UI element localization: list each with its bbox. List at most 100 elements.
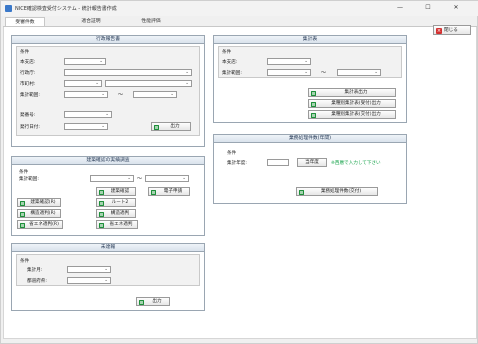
nendo-input[interactable] — [267, 159, 289, 166]
title-bar: NICE確認検査受付システム - 統計報告書作成 — ☐ ✕ — [1, 1, 478, 16]
denshi-shinsei-button[interactable]: 電子申請 — [148, 187, 190, 196]
bango-select[interactable]: ⌄ — [64, 111, 112, 118]
shikuchoson-select-1[interactable]: ⌄ — [64, 80, 102, 87]
minimize-icon[interactable]: — — [393, 3, 407, 13]
gyosei-section: 行政報告書 条件 本支店: ⌄ 行政庁: ⌄ 市町村: ⌄ ⌄ 集計範囲: ⌄ … — [11, 35, 205, 147]
window-title: NICE確認検査受付システム - 統計報告書作成 — [15, 6, 117, 12]
hakko-label: 発行日付: — [20, 125, 40, 130]
gyoshu-kofu-button[interactable]: 業種別集計表(交付)出力 — [308, 110, 396, 119]
shukeihyo-honshiten-label: 本支店: — [222, 60, 238, 65]
gyosei-shukei-from[interactable]: ⌄ — [64, 91, 108, 98]
excel-icon — [299, 189, 304, 195]
hakko-date-select[interactable]: ⌄ — [64, 123, 108, 130]
bango-label: 発番号: — [20, 113, 36, 118]
shukeihyo-output-button[interactable]: 集計表出力 — [308, 88, 396, 97]
route2-button[interactable]: ルート2 — [96, 198, 136, 207]
excel-icon — [154, 124, 159, 130]
kozo-tekihan-r-label: 構造適判(R) — [30, 211, 56, 216]
maximize-icon[interactable]: ☐ — [421, 3, 435, 13]
gyoshu-uketsuke-label: 業種別集計表(受付)出力 — [331, 101, 381, 106]
kenchiku-kakunin-label: 建築確認 — [110, 189, 130, 194]
tonendo-button[interactable]: 当年度 — [297, 158, 327, 167]
excel-icon — [311, 90, 316, 96]
gyosei-tilde: ～ — [118, 92, 124, 98]
chevron-down-icon: ⌄ — [374, 70, 378, 75]
kozo-tekihan-r-button[interactable]: 構造適判(R) — [17, 209, 61, 218]
kakunin-shukei-to[interactable]: ⌄ — [145, 175, 189, 182]
excel-icon — [20, 222, 25, 228]
seireki-hint: ※西暦で入力して下さい — [331, 161, 381, 166]
chevron-down-icon: ⌄ — [104, 278, 108, 283]
gyosei-title: 行政報告書 — [12, 36, 204, 44]
app-window: NICE確認検査受付システム - 統計報告書作成 — ☐ ✕ 受審件数 適合証明… — [0, 0, 478, 344]
shukeihyo-honshiten-select[interactable]: ⌄ — [267, 58, 311, 65]
gyoshu-uketsuke-button[interactable]: 業種別集計表(受付)出力 — [308, 99, 396, 108]
denshi-shinsei-label: 電子申請 — [163, 189, 183, 194]
close-red-icon: × — [436, 27, 442, 34]
tab-jushin[interactable]: 受審件数 — [5, 17, 45, 26]
shukeihyo-output-label: 集計表出力 — [344, 90, 368, 95]
chevron-down-icon: ⌄ — [101, 92, 105, 97]
shoene-tekihan-button[interactable]: 省エネ適判 — [96, 220, 138, 229]
gyosei-conditions: 条件 本支店: ⌄ 行政庁: ⌄ 市町村: ⌄ ⌄ 集計範囲: ⌄ ～ ⌄ 発番… — [16, 46, 200, 136]
shikuchoson-label: 市町村: — [20, 82, 36, 87]
gyosei-shukei-label: 集計範囲: — [20, 93, 40, 98]
shukeihyo-shukei-from[interactable]: ⌄ — [267, 69, 311, 76]
excel-icon — [311, 101, 316, 107]
chevron-down-icon: ⌄ — [304, 70, 308, 75]
kenchiku-kakunin-r-label: 建築確認(R) — [30, 200, 56, 205]
chevron-down-icon: ⌄ — [182, 176, 186, 181]
excel-icon — [99, 200, 104, 206]
tsuki-label: 集計月: — [27, 268, 43, 273]
shoene-tekihan-r-button[interactable]: 省エネ適判(R) — [17, 220, 63, 229]
kakunin-tilde: ～ — [137, 176, 143, 182]
excel-icon — [311, 112, 316, 118]
excel-icon — [99, 211, 104, 217]
shukeihyo-conditions: 条件 本支店: ⌄ 集計範囲: ⌄ ～ ⌄ — [218, 46, 402, 78]
excel-icon — [20, 211, 25, 217]
kakunin-shukei-from[interactable]: ⌄ — [90, 175, 134, 182]
close-button[interactable]: × 閉じる — [433, 25, 471, 35]
shikuchoson-select-2[interactable]: ⌄ — [105, 80, 192, 87]
chevron-down-icon: ⌄ — [104, 267, 108, 272]
todokede-select[interactable]: ⌄ — [67, 277, 111, 284]
close-icon[interactable]: ✕ — [449, 3, 463, 13]
gyomu-section: 業務処理件数(年間) 条件 集計年度: 当年度 ※西暦で入力して下さい 業務処理… — [213, 134, 407, 204]
tab-seino[interactable]: 性能評価 — [129, 17, 173, 26]
excel-icon — [20, 200, 25, 206]
tab-tekigo[interactable]: 適合証明 — [69, 17, 113, 26]
mitatsu-title: 未達報 — [12, 244, 204, 252]
honshiten-select[interactable]: ⌄ — [64, 58, 106, 65]
shukeihyo-shukei-label: 集計範囲: — [222, 71, 242, 76]
route2-label: ルート2 — [111, 200, 129, 205]
kenchiku-kakunin-button[interactable]: 建築確認 — [96, 187, 136, 196]
kakunin-cond-label: 条件 — [19, 170, 29, 175]
kenchiku-kakunin-r-button[interactable]: 建築確認(R) — [17, 198, 61, 207]
kozo-tekihan-button[interactable]: 構造適判 — [96, 209, 136, 218]
gyosei-shukei-to[interactable]: ⌄ — [133, 91, 177, 98]
chevron-down-icon: ⌄ — [185, 70, 189, 75]
chevron-down-icon: ⌄ — [185, 81, 189, 86]
nendo-label: 集計年度: — [227, 161, 247, 166]
gyoshu-kofu-label: 業種別集計表(交付)出力 — [331, 112, 381, 117]
kakunin-title: 建築確認の実績調査 — [12, 157, 204, 165]
shoene-tekihan-r-label: 省エネ適判(R) — [29, 222, 59, 227]
excel-icon — [99, 189, 104, 195]
mitatsu-section: 未達報 条件 集計月: ⌄ 都道府県: ⌄ 出力 — [11, 243, 205, 311]
tsuki-select[interactable]: ⌄ — [67, 266, 111, 273]
mitatsu-output-button[interactable]: 出力 — [136, 297, 170, 306]
shukeihyo-shukei-to[interactable]: ⌄ — [337, 69, 381, 76]
gyosei-output-button[interactable]: 出力 — [151, 122, 191, 131]
chevron-down-icon: ⌄ — [99, 59, 103, 64]
shukeihyo-title: 集計表 — [214, 36, 406, 44]
gyosei-output-label: 出力 — [170, 124, 180, 129]
todokede-label: 都道府県: — [27, 279, 47, 284]
shoene-tekihan-label: 省エネ適判 — [109, 222, 133, 227]
kozo-tekihan-label: 構造適判 — [110, 211, 130, 216]
gyosei-cond-label: 条件 — [20, 50, 30, 55]
shukeihyo-section: 集計表 条件 本支店: ⌄ 集計範囲: ⌄ ～ ⌄ 集計表出力 業種別集計表(受… — [213, 35, 407, 123]
gyomu-output-label: 業務処理件数(交付) — [320, 189, 362, 194]
chevron-down-icon: ⌄ — [127, 176, 131, 181]
gyoseicho-select[interactable]: ⌄ — [64, 69, 192, 76]
gyomu-output-button[interactable]: 業務処理件数(交付) — [296, 187, 378, 196]
